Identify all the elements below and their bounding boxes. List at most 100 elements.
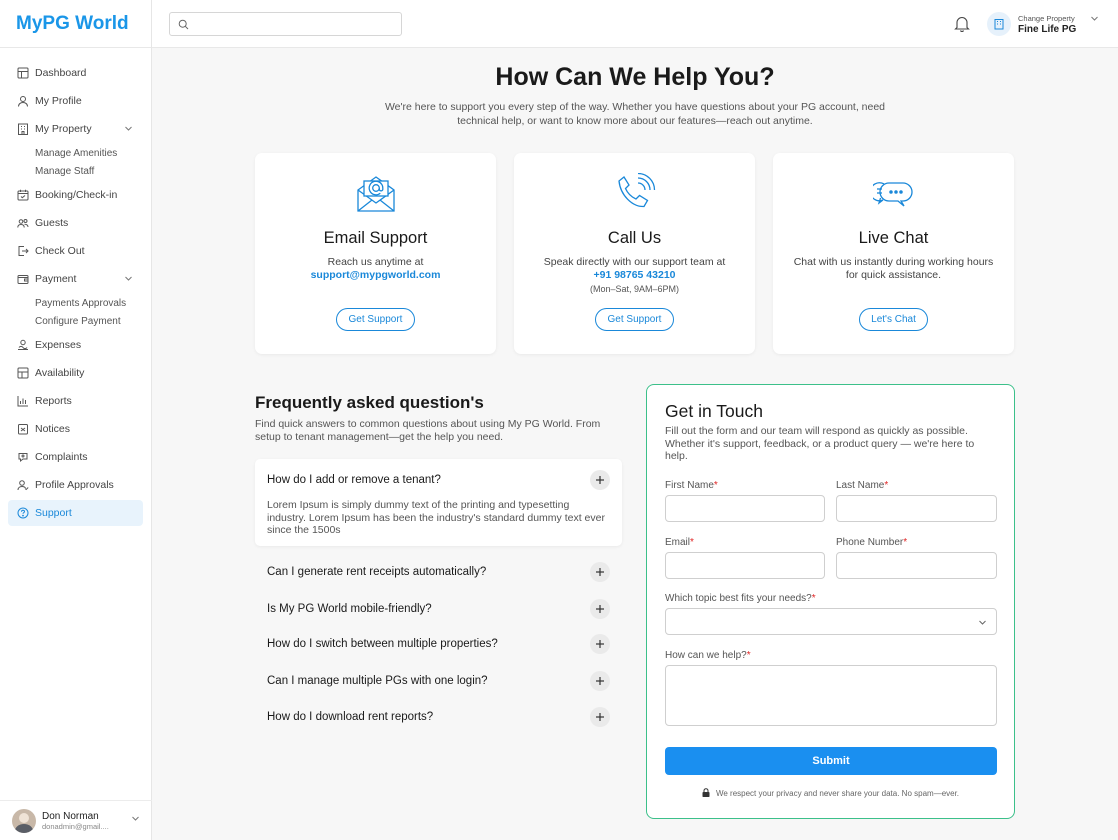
expand-icon[interactable] <box>590 634 610 654</box>
support-phone-link[interactable]: +91 98765 43210 <box>593 269 675 281</box>
help-message-field[interactable] <box>665 665 997 726</box>
sidebar-nav: Dashboard My Profile My Property Manage … <box>0 48 151 526</box>
privacy-note: We respect your privacy and never share … <box>647 788 1014 798</box>
sidebar-item-dashboard[interactable]: Dashboard <box>8 60 143 86</box>
search-input[interactable] <box>194 16 394 32</box>
card-desc: Reach us anytime at support@mypgworld.co… <box>273 256 478 281</box>
required-mark: * <box>690 537 694 548</box>
sidebar-item-expenses[interactable]: Expenses <box>8 332 143 358</box>
form-title: Get in Touch <box>665 401 763 421</box>
chevron-down-icon <box>132 816 139 821</box>
faq-question[interactable]: How do I add or remove a tenant? <box>267 474 441 486</box>
live-chat-card: Live Chat Chat with us instantly during … <box>773 153 1014 354</box>
card-desc: Chat with us instantly during working ho… <box>793 256 994 281</box>
label-text: Last Name <box>836 480 885 491</box>
sidebar-item-my-property[interactable]: My Property <box>8 116 143 142</box>
label-text: Which topic best fits your needs? <box>665 593 812 604</box>
sidebar-item-my-profile[interactable]: My Profile <box>8 88 143 114</box>
page-subtitle: We're here to support you every step of … <box>384 101 886 127</box>
search-box[interactable] <box>169 12 402 36</box>
sidebar-item-check-out[interactable]: Check Out <box>8 238 143 264</box>
email-get-support-button[interactable]: Get Support <box>336 308 415 331</box>
email-support-card: Email Support Reach us anytime at suppor… <box>255 153 496 354</box>
call-us-card: Call Us Speak directly with our support … <box>514 153 755 354</box>
call-get-support-button[interactable]: Get Support <box>595 308 674 331</box>
required-mark: * <box>713 480 718 491</box>
property-name[interactable]: Fine Life PG <box>1018 24 1076 35</box>
topic-select[interactable] <box>665 608 997 635</box>
card-title: Call Us <box>607 229 662 247</box>
first-name-label: First Name* <box>665 480 718 491</box>
label-text: How can we help? <box>665 650 747 661</box>
faq-question[interactable]: Can I generate rent receipts automatical… <box>267 566 486 578</box>
avatar <box>12 808 36 833</box>
sidebar-item-label: Notices <box>35 423 71 435</box>
lock-icon <box>702 788 710 797</box>
sidebar-item-booking[interactable]: Booking/Check-in <box>8 182 143 208</box>
label-text: Email <box>665 537 691 548</box>
user-name: Don Norman <box>42 810 99 822</box>
faq-question[interactable]: How do I download rent reports? <box>267 711 433 723</box>
chevron-down-icon <box>125 126 132 131</box>
support-email-link[interactable]: support@mypgworld.com <box>311 269 441 281</box>
faq-question[interactable]: Can I manage multiple PGs with one login… <box>267 675 488 687</box>
faq-item-expanded: How do I add or remove a tenant? Lorem I… <box>255 459 622 546</box>
chat-icon <box>873 182 913 207</box>
sidebar-item-label: My Property <box>35 123 92 135</box>
sidebar: MyPG World Dashboard My Profile My Prope… <box>0 0 152 840</box>
sidebar-item-profile-approvals[interactable]: Profile Approvals <box>8 472 143 498</box>
required-mark: * <box>746 650 751 661</box>
sidebar-item-support[interactable]: Support <box>8 500 143 526</box>
sidebar-item-reports[interactable]: Reports <box>8 388 143 414</box>
submit-button[interactable]: Submit <box>665 747 997 775</box>
top-header: Change Property Fine Life PG <box>152 0 1118 48</box>
user-email: donadmin@gmail.... <box>42 821 109 831</box>
property-icon[interactable] <box>987 12 1011 36</box>
phone-field[interactable] <box>836 552 997 579</box>
expand-icon[interactable] <box>590 707 610 727</box>
sidebar-item-payment[interactable]: Payment <box>8 266 143 292</box>
sidebar-subitem-manage-amenities[interactable]: Manage Amenities <box>0 144 151 162</box>
last-name-field[interactable] <box>836 495 997 522</box>
chevron-down-icon <box>979 620 986 625</box>
sidebar-item-label: Guests <box>35 217 69 229</box>
expand-icon[interactable] <box>590 470 610 490</box>
required-mark: * <box>903 537 908 548</box>
sidebar-item-notices[interactable]: Notices <box>8 416 143 442</box>
sidebar-item-label: Expenses <box>35 339 82 351</box>
email-field[interactable] <box>665 552 825 579</box>
expand-icon[interactable] <box>590 562 610 582</box>
chevron-down-icon[interactable] <box>1090 14 1099 23</box>
bell-icon[interactable] <box>954 15 970 32</box>
sidebar-item-label: Reports <box>35 395 72 407</box>
calendar-icon <box>17 189 29 201</box>
sidebar-subitem-payments-approvals[interactable]: Payments Approvals <box>0 294 151 312</box>
sidebar-item-complaints[interactable]: Complaints <box>8 444 143 470</box>
sidebar-item-guests[interactable]: Guests <box>8 210 143 236</box>
faq-question[interactable]: Is My PG World mobile-friendly? <box>267 603 432 615</box>
sidebar-item-label: Payment <box>35 273 77 285</box>
card-title: Email Support <box>323 229 428 247</box>
first-name-field[interactable] <box>665 495 825 522</box>
money-icon <box>17 339 29 351</box>
chevron-down-icon <box>125 276 132 281</box>
sidebar-item-label: Profile Approvals <box>35 479 114 491</box>
expand-icon[interactable] <box>590 599 610 619</box>
user-profile-menu[interactable]: Don Norman donadmin@gmail.... <box>0 800 152 840</box>
sidebar-subitem-configure-payment[interactable]: Configure Payment <box>0 312 151 330</box>
dashboard-icon <box>17 67 29 79</box>
sidebar-item-availability[interactable]: Availability <box>8 360 143 386</box>
card-desc: Speak directly with our support team at … <box>532 256 737 296</box>
app-logo[interactable]: MyPG World <box>0 0 151 48</box>
change-property-label[interactable]: Change Property <box>1018 14 1075 23</box>
notice-icon <box>17 423 29 435</box>
faq-question[interactable]: How do I switch between multiple propert… <box>267 638 498 650</box>
support-hours: (Mon–Sat, 9AM–6PM) <box>589 284 680 294</box>
lets-chat-button[interactable]: Let's Chat <box>859 308 928 331</box>
required-mark: * <box>811 593 816 604</box>
grid-icon <box>17 367 29 379</box>
user-info: Don Norman donadmin@gmail.... <box>42 811 109 831</box>
expand-icon[interactable] <box>590 671 610 691</box>
sidebar-subitem-manage-staff[interactable]: Manage Staff <box>0 162 151 180</box>
card-desc-text: Speak directly with our support team at <box>543 256 726 268</box>
